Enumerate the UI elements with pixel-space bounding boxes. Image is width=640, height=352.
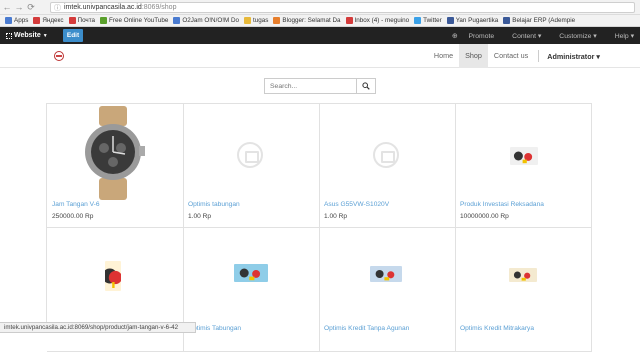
bookmark-label: Free Online YouTube — [109, 17, 169, 24]
product-image-thumbnail[interactable] — [510, 147, 538, 165]
browser-toolbar: ← → ⟳ ⓘ imtek.univpancasila.ac.id :8069/… — [0, 0, 640, 15]
bookmark-favicon-icon — [68, 17, 76, 24]
bookmark-favicon-icon — [100, 17, 108, 24]
bookmark-label: tugas — [253, 17, 269, 24]
bookmark-item[interactable]: Twitter — [414, 17, 442, 24]
product-card[interactable]: Optimis Tabungan — [183, 228, 320, 352]
user-name: Administrator — [547, 51, 595, 61]
odoo-right-menu: ⊕ Promote Content ▾ Customize ▾ Help ▾ — [434, 27, 634, 44]
bookmark-item[interactable]: Free Online YouTube — [100, 17, 168, 24]
website-label: Website — [14, 32, 41, 39]
bookmark-label: Blogger: Selamat Da — [282, 17, 341, 24]
customize-label: Customize — [559, 32, 592, 40]
content-menu[interactable]: Content ▾ — [503, 32, 541, 40]
promote-menu[interactable]: ⊕ Promote — [443, 32, 494, 40]
product-price: 1.00 Rp — [324, 213, 348, 220]
search-input[interactable] — [264, 78, 356, 94]
caret-down-icon: ▼ — [42, 32, 48, 39]
address-bar[interactable]: ⓘ imtek.univpancasila.ac.id :8069/shop — [50, 2, 635, 13]
product-card[interactable]: Produk Investasi Reksadana 10000000.00 Rp — [455, 104, 592, 228]
product-name-link[interactable]: Optimis Kredit Mitrakarya — [460, 325, 534, 332]
product-name-link[interactable]: Asus G55VW-S1020V — [324, 201, 389, 208]
bookmark-favicon-icon — [173, 17, 181, 24]
bookmark-label: Apps — [14, 17, 29, 24]
product-image-thumbnail[interactable] — [102, 261, 122, 291]
bookmark-favicon-icon — [244, 17, 252, 24]
bookmark-label: Inbox (4) - meguino — [354, 17, 410, 24]
product-grid: Jam Tangan V-6 250000.00 Rp Optimis tabung… — [46, 103, 592, 352]
product-name-link[interactable]: Produk Investasi Reksadana — [460, 201, 544, 208]
product-search — [264, 78, 376, 94]
camera-placeholder-icon[interactable] — [237, 142, 263, 168]
product-image-thumbnail[interactable] — [509, 268, 537, 282]
product-image-thumbnail[interactable] — [234, 264, 268, 282]
product-name-link[interactable]: Optimis tabungan — [188, 201, 240, 208]
bookmark-favicon-icon — [446, 17, 454, 24]
help-label: Help — [614, 32, 629, 40]
bookmark-item[interactable]: Blogger: Selamat Da — [273, 17, 341, 24]
bookmark-item[interactable]: Belajar ERP (Adempie — [503, 17, 575, 24]
bookmark-favicon-icon — [273, 17, 281, 24]
bookmark-label: Яндекс — [42, 17, 64, 24]
forward-arrow-icon[interactable]: → — [14, 2, 24, 12]
bookmark-label: O2Jam O!N/O!M Do — [182, 17, 240, 24]
menu-home[interactable]: Home — [428, 44, 459, 68]
product-price: 10000000.00 Rp — [460, 213, 509, 220]
product-card[interactable]: Optimis Kredit Tanpa Agunan — [319, 228, 456, 352]
search-icon — [362, 82, 370, 90]
promote-label: Promote — [468, 32, 495, 40]
bookmark-item[interactable]: Apps — [5, 17, 28, 24]
site-menu: Home Shop Contact us Administrator ▾ — [428, 44, 600, 68]
website-menu-button[interactable]: Website ▼ — [6, 32, 48, 39]
help-menu[interactable]: Help ▾ — [606, 32, 634, 40]
site-header: Home Shop Contact us Administrator ▾ — [0, 44, 640, 68]
bookmark-item[interactable]: Почта — [68, 17, 96, 24]
page-info-icon[interactable]: ⓘ — [54, 3, 61, 13]
bookmark-item[interactable]: Inbox (4) - meguino — [345, 17, 410, 24]
bookmark-favicon-icon — [33, 17, 41, 24]
product-image-watch[interactable] — [47, 106, 184, 203]
bookmark-item[interactable]: O2Jam O!N/O!M Do — [173, 17, 239, 24]
globe-icon: ⊕ — [451, 32, 460, 40]
bookmark-label: Twitter — [423, 17, 442, 24]
product-card[interactable]: Optimis tabungan 1.00 Rp — [183, 104, 320, 228]
bookmark-favicon-icon — [503, 17, 511, 24]
back-arrow-icon[interactable]: ← — [2, 2, 12, 12]
product-card[interactable]: Jam Tangan V-6 250000.00 Rp — [47, 104, 184, 228]
bookmark-item[interactable]: Яндекс — [33, 17, 64, 24]
bookmarks-bar: Apps Яндекс Почта Free Online YouTube O2Jam … — [0, 15, 640, 27]
bookmark-label: Почта — [77, 17, 96, 24]
bookmark-item[interactable]: Yan Pugaertika — [446, 17, 499, 24]
product-card[interactable]: Optimis Kredit Mitrakarya — [455, 228, 592, 352]
menu-divider — [538, 50, 540, 62]
product-card[interactable]: Produk Investasi OBLI & Sukuk Ritel — [47, 228, 184, 352]
reload-icon[interactable]: ⟳ — [26, 2, 36, 12]
odoo-editor-bar: Website ▼ Edit ⊕ Promote Content ▾ Custo… — [0, 27, 640, 44]
bookmark-label: Belajar ERP (Adempie — [512, 17, 576, 24]
customize-menu[interactable]: Customize ▾ — [550, 32, 596, 40]
bookmark-favicon-icon — [345, 17, 353, 24]
url-path: :8069/shop — [141, 4, 177, 11]
bookmark-favicon-icon — [414, 17, 422, 24]
product-image-thumbnail[interactable] — [370, 266, 402, 282]
product-name-link[interactable]: Jam Tangan V-6 — [52, 201, 100, 208]
content-label: Content — [512, 32, 536, 40]
status-bar-url: imtek.univpancasila.ac.id:8069/shop/prod… — [0, 322, 196, 333]
company-logo[interactable] — [54, 51, 64, 61]
product-price: 1.00 Rp — [188, 213, 212, 220]
edit-button[interactable]: Edit — [63, 29, 83, 42]
bookmark-favicon-icon — [5, 17, 12, 24]
bookmark-label: Yan Pugaertika — [455, 17, 499, 24]
menu-contact[interactable]: Contact us — [488, 44, 534, 68]
product-name-link[interactable]: Optimis Kredit Tanpa Agunan — [324, 325, 409, 332]
camera-placeholder-icon[interactable] — [373, 142, 399, 168]
user-menu[interactable]: Administrator ▾ — [543, 52, 600, 61]
url-host: imtek.univpancasila.ac.id — [64, 4, 142, 11]
menu-shop[interactable]: Shop — [459, 44, 488, 68]
bookmark-item[interactable]: tugas — [244, 17, 268, 24]
product-price: 250000.00 Rp — [52, 213, 94, 220]
search-button[interactable] — [356, 78, 376, 94]
apps-grid-icon — [6, 32, 12, 39]
product-card[interactable]: Asus G55VW-S1020V 1.00 Rp — [319, 104, 456, 228]
